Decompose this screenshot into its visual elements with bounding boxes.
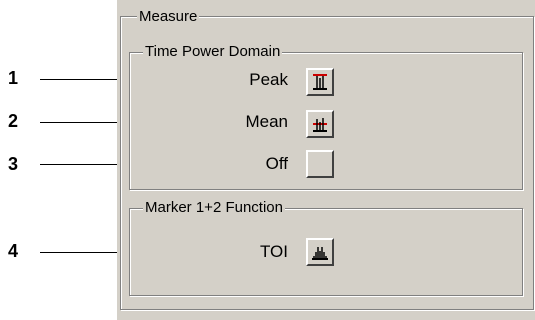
toi-button[interactable]	[306, 238, 334, 266]
toi-icon	[312, 247, 328, 260]
dialog-panel: Measure Time Power Domain Peak Mean Off …	[117, 0, 535, 320]
callout-3: 3	[8, 154, 19, 174]
measure-group-title: Measure	[137, 8, 200, 25]
toi-label: TOI	[259, 242, 288, 261]
callout-2: 2	[8, 111, 19, 131]
callout-4: 4	[8, 241, 19, 261]
peak-label: Peak	[249, 70, 288, 89]
marker-function-title: Marker 1+2 Function	[143, 199, 285, 216]
mean-button[interactable]	[306, 110, 334, 138]
mean-icon	[313, 118, 327, 132]
time-power-domain-title: Time Power Domain	[143, 43, 283, 60]
peak-icon	[313, 74, 327, 90]
mean-label: Mean	[245, 112, 288, 131]
callout-1: 1	[8, 68, 19, 88]
peak-button[interactable]	[306, 68, 334, 96]
off-label: Off	[265, 154, 288, 173]
off-button[interactable]	[306, 150, 334, 178]
